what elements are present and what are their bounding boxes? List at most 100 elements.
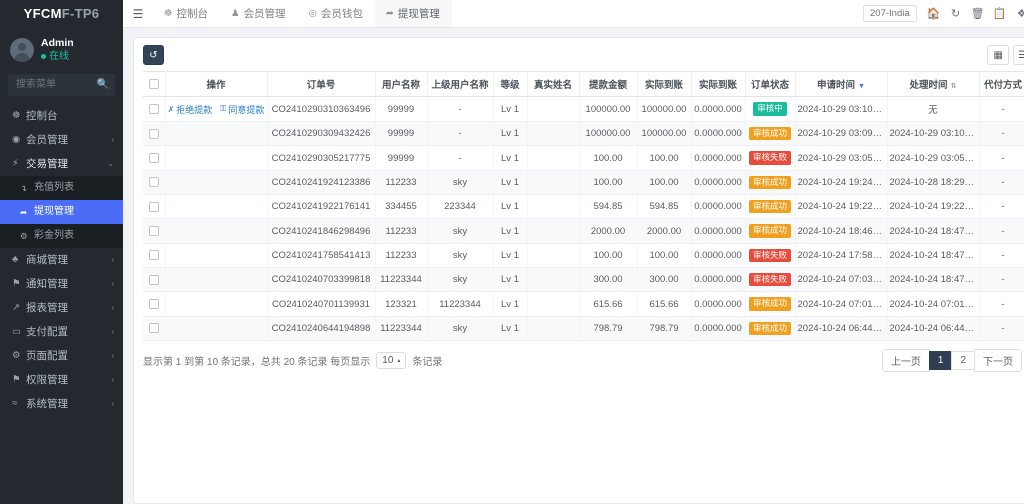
sidebar-item-7[interactable]: ⚑通知管理‹ [0, 272, 123, 296]
sidebar-item-label: 交易管理 [26, 152, 107, 176]
fullscreen-icon[interactable]: ❖ [1011, 0, 1024, 28]
row-checkbox[interactable] [149, 104, 159, 114]
search-input[interactable] [14, 78, 97, 91]
cell-amount: 100.00 [579, 170, 637, 194]
dashboard-icon: ☸ [12, 104, 26, 128]
cell-realname [527, 146, 579, 170]
cell-value: 100000.00 [642, 128, 687, 139]
sidebar-item-11[interactable]: ⚑权限管理‹ [0, 368, 123, 392]
cell-order_no: CO2410241758541413 [267, 243, 375, 267]
cell-value: - [1001, 128, 1004, 139]
row-checkbox[interactable] [149, 153, 159, 163]
row-checkbox[interactable] [149, 177, 159, 187]
cell-value: 0.0000.000 [694, 153, 742, 164]
sidebar-item-2[interactable]: ⚡交易管理⌄ [0, 152, 123, 176]
sidebar-item-4[interactable]: ➦提现管理 [0, 200, 123, 224]
row-checkbox[interactable] [149, 226, 159, 236]
sidebar-item-1[interactable]: ◉会员管理‹ [0, 128, 123, 152]
list-view-icon[interactable]: ☰▼ [1013, 45, 1024, 65]
tab-1[interactable]: ♟会员管理 [220, 0, 298, 27]
sidebar: YFCMF-TP6 Admin 在线 🔍 ☸控制台◉会员管理‹⚡交易管理⌄↴充值… [0, 0, 123, 504]
refresh-button[interactable]: ↺ [143, 45, 164, 65]
copy-icon[interactable]: 📋 [989, 0, 1011, 28]
cell-op [165, 268, 267, 292]
sidebar-user-box[interactable]: Admin 在线 [0, 28, 123, 74]
cell-value: 100000.00 [642, 104, 687, 115]
sidebar-item-12[interactable]: ≈系统管理‹ [0, 392, 123, 416]
cell-parent: - [427, 122, 493, 146]
page-size-select[interactable]: 10 ▴ [376, 352, 406, 369]
cell-value: CO2410240701139931 [272, 299, 370, 310]
tab-0[interactable]: ☸控制台 [153, 0, 220, 27]
cell-value: 2000.00 [591, 226, 625, 237]
sidebar-item-8[interactable]: ↗报表管理‹ [0, 296, 123, 320]
sidebar-search[interactable]: 🔍 [8, 74, 115, 96]
sidebar-item-3[interactable]: ↴充值列表 [0, 176, 123, 200]
trash-icon[interactable]: 🗑 [967, 0, 989, 28]
cell-value: 100.00 [649, 177, 678, 188]
cell-actual1: 100000.00 [637, 122, 691, 146]
cell-check [143, 122, 165, 146]
cell-process_time: 2024-10-24 07:01:44 [887, 292, 979, 316]
sidebar-item-10[interactable]: ⚙页面配置‹ [0, 344, 123, 368]
key-icon: ⚑ [12, 368, 26, 392]
cell-value: 300.00 [593, 274, 622, 285]
cell-value: 0.0000.000 [694, 274, 742, 285]
cell-value: CO2410290305217775 [272, 153, 371, 164]
page-number-1[interactable]: 1 [929, 351, 953, 370]
cell-check [143, 97, 165, 122]
user-icon: ♟ [231, 8, 240, 19]
cell-process_time: 无 [887, 97, 979, 122]
row-checkbox[interactable] [149, 129, 159, 139]
hamburger-icon[interactable]: ☰ [123, 0, 153, 27]
sidebar-item-5[interactable]: ⚙彩金列表 [0, 224, 123, 248]
col-header-label: 订单状态 [751, 80, 789, 91]
brand-logo[interactable]: YFCMF-TP6 [0, 0, 123, 28]
tab-2[interactable]: ◎会员钱包 [298, 0, 375, 27]
status-badge: 审核成功 [749, 224, 791, 237]
home-icon[interactable]: 🏠 [923, 0, 945, 28]
chart-icon: ↗ [12, 296, 26, 320]
table-row: CO2410241758541413112233skyLv 1100.00100… [143, 243, 1024, 267]
cell-process_time: 2024-10-29 03:10:23 [887, 122, 979, 146]
refresh-icon[interactable]: ↻ [945, 0, 967, 28]
status-badge: 审核成功 [749, 322, 791, 335]
row-checkbox[interactable] [149, 250, 159, 260]
cell-value: 0.0000.000 [694, 250, 742, 261]
cell-realname [527, 122, 579, 146]
cell-value: 112233 [386, 250, 417, 261]
cell-value: - [1001, 323, 1004, 334]
row-checkbox[interactable] [149, 299, 159, 309]
cell-op: ✗拒绝提款 ⚿同意提款 [165, 97, 267, 122]
page-prev-button[interactable]: 上一页 [882, 349, 930, 372]
action-reject[interactable]: ✗拒绝提款 [168, 103, 213, 116]
sidebar-item-0[interactable]: ☸控制台 [0, 104, 123, 128]
cell-value: sky [453, 226, 467, 237]
page-number-2[interactable]: 2 [951, 351, 975, 370]
row-checkbox[interactable] [149, 275, 159, 285]
cell-value: CO2410241924123386 [272, 177, 371, 188]
cell-value: 100.00 [593, 250, 622, 261]
cell-username: 11223344 [375, 316, 427, 340]
server-tag[interactable]: 207-India [863, 5, 917, 22]
columns-icon[interactable]: ▦ [987, 45, 1009, 65]
sidebar-item-6[interactable]: ♣商城管理‹ [0, 248, 123, 272]
cell-check [143, 195, 165, 219]
cell-actual2: 0.0000.000 [691, 195, 745, 219]
tab-3[interactable]: ➦提现管理 [375, 0, 452, 27]
action-approve[interactable]: ⚿同意提款 [220, 103, 264, 116]
select-all-checkbox[interactable] [149, 79, 159, 89]
sidebar-item-9[interactable]: ▭支付配置‹ [0, 320, 123, 344]
page-next-button[interactable]: 下一页 [974, 349, 1022, 372]
cell-amount: 798.79 [579, 316, 637, 340]
cell-pay_method: - [979, 219, 1024, 243]
cell-status: 审核成功 [745, 316, 795, 340]
action-label: 拒绝提款 [176, 103, 212, 116]
cell-value: 0.0000.000 [694, 323, 742, 334]
row-checkbox[interactable] [149, 202, 159, 212]
row-checkbox[interactable] [149, 323, 159, 333]
col-header-process_time[interactable]: 处理时间⇅ [887, 72, 979, 97]
cell-op [165, 146, 267, 170]
col-header-apply_time[interactable]: 申请时间▼ [795, 72, 887, 97]
cell-pay_method: - [979, 292, 1024, 316]
